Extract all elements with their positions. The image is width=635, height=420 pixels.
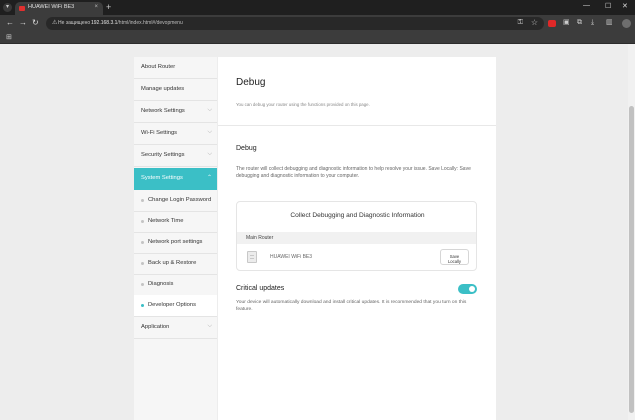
- sidebar-item-application[interactable]: Application ⌵: [134, 317, 217, 339]
- sidebar-item-label: Wi-Fi Settings: [141, 130, 178, 136]
- sidebar-item-label: Manage updates: [141, 86, 185, 92]
- debug-info-card: Collect Debugging and Diagnostic Informa…: [236, 201, 477, 271]
- password-key-icon[interactable]: ⚿: [518, 19, 523, 27]
- bookmark-star-icon[interactable]: ☆: [531, 18, 538, 27]
- save-locally-label-line2: Locally: [447, 258, 462, 264]
- chevron-down-icon: ⌵: [207, 107, 212, 113]
- new-tab-button[interactable]: +: [106, 2, 111, 13]
- url-text[interactable]: 192.168.3.1/html/index.html#/devopmenu: [91, 20, 183, 26]
- sidebar-subitem-diagnosis[interactable]: Diagnosis: [134, 274, 217, 296]
- bullet-icon: [141, 220, 144, 223]
- section-divider: [218, 125, 496, 126]
- browser-tab[interactable]: HUAWEI WiFi BE3 ×: [15, 2, 103, 15]
- url-host: 192.168.3.1: [91, 20, 118, 26]
- router-device-icon: [247, 251, 257, 263]
- sidebar-subitem-label: Change Login Password: [148, 197, 212, 203]
- bookmarks-bar: ⊞: [0, 32, 635, 44]
- tab-search-icon[interactable]: ▾: [3, 3, 12, 12]
- sidebar-subitem-label: Developer Options: [148, 302, 197, 308]
- chevron-down-icon: ⌵: [207, 151, 212, 157]
- sidebar-item-label: System Settings: [141, 175, 183, 181]
- huawei-favicon-icon: [19, 6, 25, 11]
- bullet-icon: [141, 262, 144, 265]
- sidebar-subitem-label: Back up & Restore: [148, 260, 197, 266]
- sidebar-item-label: Application: [141, 324, 170, 330]
- chevron-down-icon: ⌵: [207, 323, 212, 329]
- sidebar-item-about-router[interactable]: About Router: [134, 57, 217, 79]
- extensions-puzzle-icon[interactable]: ⧉: [577, 18, 582, 28]
- side-panel-icon[interactable]: ▥: [606, 18, 613, 28]
- browser-tab-strip: ▾ HUAWEI WiFi BE3 × + — ☐ ✕: [0, 0, 635, 15]
- maximize-button[interactable]: ☐: [605, 2, 611, 10]
- sidebar-item-manage-updates[interactable]: Manage updates: [134, 79, 217, 101]
- download-icon[interactable]: ⤓: [591, 18, 594, 28]
- sidebar-subitem-change-login-password[interactable]: Change Login Password: [134, 190, 217, 212]
- sidebar-item-system-settings[interactable]: System Settings ⌃: [134, 168, 217, 190]
- chevron-up-icon: ⌃: [206, 175, 212, 181]
- critical-updates-toggle[interactable]: [458, 284, 477, 294]
- sidebar-subitem-label: Network port settings: [148, 239, 203, 245]
- critical-updates-text: Your device will automatically download …: [236, 300, 467, 312]
- back-button[interactable]: ←: [6, 18, 14, 28]
- extension-icon[interactable]: ▣: [563, 18, 570, 28]
- browser-toolbar: ← → ↻ ⚠ Не защищено 192.168.3.1/html/ind…: [0, 15, 635, 32]
- page-title: Debug: [236, 77, 266, 88]
- sidebar-item-wifi-settings[interactable]: Wi-Fi Settings ⌵: [134, 123, 217, 145]
- sidebar-subitem-label: Diagnosis: [148, 281, 174, 287]
- warning-triangle-icon[interactable]: ⚠: [52, 19, 57, 26]
- sidebar-subitem-network-time[interactable]: Network Time: [134, 211, 217, 233]
- not-secure-label[interactable]: Не защищено: [58, 20, 90, 26]
- sidebar-subitem-developer-options[interactable]: Developer Options: [134, 295, 217, 317]
- tab-close-icon[interactable]: ×: [94, 4, 98, 10]
- sidebar-subitem-network-port-settings[interactable]: Network port settings: [134, 232, 217, 254]
- toggle-knob: [469, 286, 475, 292]
- sidebar-item-label: Network Settings: [141, 108, 185, 114]
- minimize-button[interactable]: —: [583, 2, 590, 9]
- bullet-icon: [141, 199, 144, 202]
- card-title: Collect Debugging and Diagnostic Informa…: [290, 212, 425, 219]
- sidebar-subitem-label: Network Time: [148, 218, 184, 224]
- tab-title: HUAWEI WiFi BE3: [28, 4, 75, 10]
- close-window-button[interactable]: ✕: [622, 2, 628, 10]
- debug-section-text: The router will collect debugging and di…: [236, 166, 471, 179]
- sidebar-item-label: About Router: [141, 64, 176, 70]
- sidebar-item-security-settings[interactable]: Security Settings ⌵: [134, 145, 217, 167]
- bullet-icon: [141, 283, 144, 286]
- chevron-down-icon: ⌵: [207, 129, 212, 135]
- page-description: You can debug your router using the func…: [236, 102, 370, 107]
- bullet-icon: [141, 304, 144, 307]
- device-name: HUAWEI WiFi BE3: [270, 254, 313, 260]
- profile-avatar[interactable]: [622, 19, 631, 28]
- address-bar[interactable]: ⚠ Не защищено 192.168.3.1/html/index.htm…: [46, 17, 544, 30]
- forward-button[interactable]: →: [19, 18, 27, 28]
- sidebar-subitem-backup-restore[interactable]: Back up & Restore: [134, 253, 217, 275]
- main-router-label: Main Router: [246, 235, 274, 241]
- sidebar-item-network-settings[interactable]: Network Settings ⌵: [134, 101, 217, 123]
- extension-red-icon[interactable]: [548, 20, 556, 27]
- reload-button[interactable]: ↻: [32, 18, 39, 28]
- card-header-row: Main Router: [237, 232, 476, 244]
- critical-updates-title: Critical updates: [236, 285, 285, 292]
- debug-section-title: Debug: [236, 145, 257, 152]
- url-path: /html/index.html#/devopmenu: [117, 20, 183, 26]
- apps-grid-icon[interactable]: ⊞: [6, 34, 12, 42]
- bullet-icon: [141, 241, 144, 244]
- save-locally-button[interactable]: Save Locally: [440, 249, 469, 265]
- scrollbar-thumb[interactable]: [629, 106, 634, 413]
- sidebar-item-label: Security Settings: [141, 152, 185, 158]
